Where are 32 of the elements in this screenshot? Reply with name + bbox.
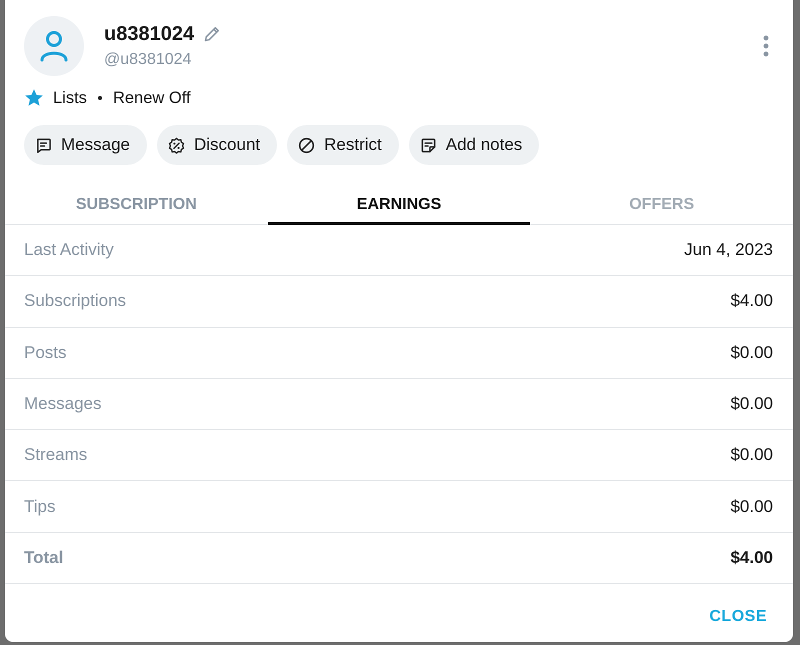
action-button[interactable]: Discount: [156, 125, 278, 165]
row-value: $4.00: [730, 548, 773, 568]
tab[interactable]: EARNINGS: [268, 185, 530, 225]
lists-link[interactable]: Lists: [53, 88, 87, 108]
row-label: Posts: [24, 342, 67, 363]
user-handle: @u8381024: [104, 50, 192, 70]
row-value: $4.00: [730, 291, 773, 312]
row-value: $0.00: [730, 445, 773, 466]
row-label: Subscriptions: [24, 291, 126, 312]
row-label: Tips: [24, 496, 56, 517]
row-value: Jun 4, 2023: [684, 240, 773, 260]
more-menu-icon[interactable]: [763, 35, 769, 57]
avatar-icon: [24, 16, 84, 76]
separator-dot-icon: [98, 96, 102, 100]
row-label: Streams: [24, 445, 88, 466]
note-icon: [420, 136, 437, 154]
row-label: Last Activity: [24, 240, 114, 260]
action-button[interactable]: Message: [24, 125, 147, 165]
row-value: $0.00: [730, 496, 773, 517]
row-label: Messages: [24, 394, 102, 414]
action-button[interactable]: Restrict: [287, 125, 399, 165]
message-icon: [35, 136, 52, 154]
renew-status: Renew Off: [112, 88, 191, 108]
star-icon: [24, 88, 44, 108]
action-button[interactable]: Add notes: [408, 125, 540, 165]
row-value: $0.00: [730, 342, 773, 363]
discount-badge-icon: [168, 136, 185, 154]
restrict-icon: [298, 136, 316, 154]
user-name: u8381024: [104, 22, 194, 46]
row-label: Total: [24, 548, 64, 568]
row-value: $0.00: [730, 394, 773, 414]
edit-icon[interactable]: [203, 25, 222, 43]
